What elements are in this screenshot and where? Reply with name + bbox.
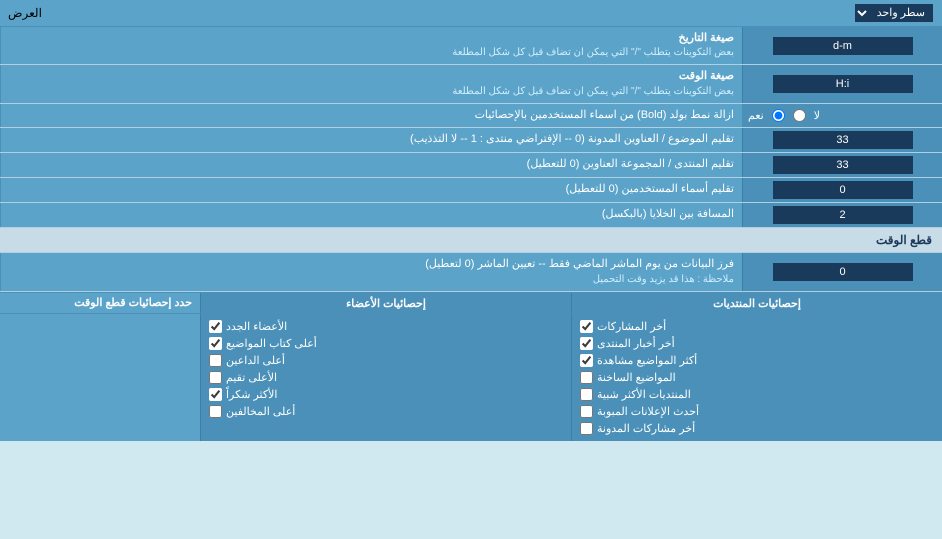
username-trim-label: تقليم أسماء المستخدمين (0 للتعطيل)	[0, 178, 742, 202]
forum-trim-input-cell	[742, 153, 942, 177]
cell-spacing-title: المسافة بين الخلايا (بالبكسل)	[602, 207, 734, 222]
bold-no-radio[interactable]	[793, 109, 806, 122]
checkbox-col2-4[interactable]	[209, 388, 222, 401]
list-item: المواضيع الساخنة	[580, 369, 934, 386]
forum-trim-input[interactable]	[773, 156, 913, 174]
checkbox-col2-3[interactable]	[209, 371, 222, 384]
realtime-input-cell	[742, 253, 942, 290]
list-item: أحدث الإعلانات المبوبة	[580, 403, 934, 420]
forum-trim-title: تقليم المنتدى / المجموعة العناوين (0 للت…	[527, 157, 734, 172]
right-placeholder	[0, 314, 200, 441]
time-format-sublabel: بعض التكوينات يتطلب "/" التي يمكن ان تضا…	[452, 85, 734, 99]
section-header-text: قطع الوقت	[876, 233, 932, 247]
checkbox-col2-5[interactable]	[209, 405, 222, 418]
cell-spacing-label: المسافة بين الخلايا (بالبكسل)	[0, 203, 742, 227]
section-header: قطع الوقت	[0, 228, 942, 253]
list-item: الأعلى تقيم	[209, 369, 563, 386]
realtime-row: فرز البيانات من يوم الماشر الماضي فقط --…	[0, 253, 942, 291]
bold-yes-radio[interactable]	[772, 109, 785, 122]
date-format-title: صيغة التاريخ	[679, 32, 734, 44]
realtime-note: ملاحظة : هذا قد يزيد وقت التحميل	[425, 273, 734, 287]
username-trim-title: تقليم أسماء المستخدمين (0 للتعطيل)	[566, 182, 734, 197]
cell-spacing-input[interactable]	[773, 206, 913, 224]
cell-spacing-row: المسافة بين الخلايا (بالبكسل)	[0, 203, 942, 228]
list-item: أخر المشاركات	[580, 318, 934, 335]
topic-trim-label: تقليم الموضوع / العناوين المدونة (0 -- ا…	[0, 128, 742, 152]
checkbox-items-area: أخر المشاركات أخر أخبار المنتدى أكثر الم…	[0, 314, 942, 441]
col1-header: إحصائيات المنتديات	[713, 298, 801, 310]
username-trim-input[interactable]	[773, 181, 913, 199]
display-label: العرض	[8, 6, 42, 20]
time-format-input-cell	[742, 65, 942, 102]
forum-trim-label: تقليم المنتدى / المجموعة العناوين (0 للت…	[0, 153, 742, 177]
cell-spacing-input-cell	[742, 203, 942, 227]
topic-trim-input[interactable]	[773, 131, 913, 149]
checkbox-col1-0[interactable]	[580, 320, 593, 333]
checkbox-col1-2[interactable]	[580, 354, 593, 367]
checkbox-col1-3[interactable]	[580, 371, 593, 384]
username-trim-input-cell	[742, 178, 942, 202]
bold-remove-title: ازالة نمط بولد (Bold) من اسماء المستخدمي…	[475, 108, 734, 123]
list-item: أعلى الداعين	[209, 352, 563, 369]
date-format-input-cell	[742, 27, 942, 64]
list-item: الأعضاء الجدد	[209, 318, 563, 335]
checkbox-col1-5[interactable]	[580, 405, 593, 418]
radio-yes-label: نعم	[748, 109, 764, 122]
topic-trim-input-cell	[742, 128, 942, 152]
checkbox-col1-4[interactable]	[580, 388, 593, 401]
list-item: أعلى المخالفين	[209, 403, 563, 420]
topic-trim-row: تقليم الموضوع / العناوين المدونة (0 -- ا…	[0, 128, 942, 153]
list-item: أخر مشاركات المدونة	[580, 420, 934, 437]
checkbox-col2-1[interactable]	[209, 337, 222, 350]
date-format-label: صيغة التاريخ بعض التكوينات يتطلب "/" الت…	[0, 27, 742, 64]
list-item: المنتديات الأكثر شبية	[580, 386, 934, 403]
list-item: أعلى كتاب المواضيع	[209, 335, 563, 352]
date-format-sublabel: بعض التكوينات يتطلب "/" التي يمكن ان تضا…	[452, 46, 734, 60]
time-format-label: صيغة الوقت بعض التكوينات يتطلب "/" التي …	[0, 65, 742, 102]
bold-remove-label: ازالة نمط بولد (Bold) من اسماء المستخدمي…	[0, 104, 742, 127]
realtime-title: فرز البيانات من يوم الماشر الماضي فقط --…	[425, 258, 734, 270]
list-item: أكثر المواضيع مشاهدة	[580, 352, 934, 369]
username-trim-row: تقليم أسماء المستخدمين (0 للتعطيل)	[0, 178, 942, 203]
list-item: أخر أخبار المنتدى	[580, 335, 934, 352]
bold-remove-row: لا نعم ازالة نمط بولد (Bold) من اسماء ال…	[0, 104, 942, 128]
checkbox-col2-0[interactable]	[209, 320, 222, 333]
time-format-title: صيغة الوقت	[679, 70, 734, 82]
checkbox-col2-2[interactable]	[209, 354, 222, 367]
topic-trim-title: تقليم الموضوع / العناوين المدونة (0 -- ا…	[410, 132, 734, 147]
date-format-row: صيغة التاريخ بعض التكوينات يتطلب "/" الت…	[0, 27, 942, 65]
bold-remove-radio-cell: لا نعم	[742, 104, 942, 127]
display-select[interactable]: سطر واحد سطرين ثلاثة أسطر	[854, 3, 934, 23]
forum-trim-row: تقليم المنتدى / المجموعة العناوين (0 للت…	[0, 153, 942, 178]
checkbox-col1-1[interactable]	[580, 337, 593, 350]
right-col-label: حدد إحصائيات قطع الوقت	[74, 296, 192, 309]
list-item: الأكثر شكراً	[209, 386, 563, 403]
col1-items: أخر المشاركات أخر أخبار المنتدى أكثر الم…	[571, 314, 942, 441]
col2-header: إحصائيات الأعضاء	[346, 298, 426, 310]
realtime-label: فرز البيانات من يوم الماشر الماضي فقط --…	[0, 253, 742, 290]
radio-no-label: لا	[814, 109, 820, 122]
top-header: سطر واحد سطرين ثلاثة أسطر العرض	[0, 0, 942, 27]
col2-items: الأعضاء الجدد أعلى كتاب المواضيع أعلى ال…	[200, 314, 571, 441]
date-format-input[interactable]	[773, 37, 913, 55]
checkbox-col1-6[interactable]	[580, 422, 593, 435]
time-format-row: صيغة الوقت بعض التكوينات يتطلب "/" التي …	[0, 65, 942, 103]
time-format-input[interactable]	[773, 75, 913, 93]
realtime-input[interactable]	[773, 263, 913, 281]
